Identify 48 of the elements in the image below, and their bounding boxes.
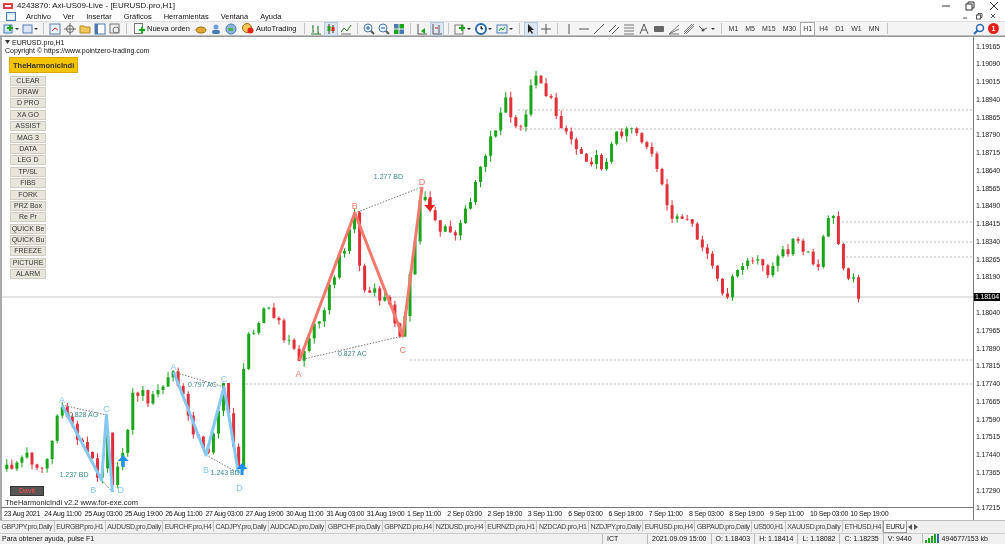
bar-chart-icon[interactable] [309,22,322,35]
market-watch-icon[interactable] [49,22,61,35]
window-title: 4243870: Axi-US09-Live - [EURUSD.pro,H1] [17,1,175,11]
crosshair-icon[interactable] [64,22,76,35]
dotted-line [354,186,423,214]
point-label: C [220,373,228,384]
close-icon[interactable] [989,0,999,11]
new-chart-icon[interactable] [3,22,19,35]
point-label: A [170,361,177,372]
point-label: B [351,200,358,211]
point-label: D [117,484,125,495]
window-icon[interactable] [94,22,106,35]
candlestick-icon[interactable] [324,22,337,35]
tab-scroll-icon[interactable] [906,522,919,531]
point-label: B [203,465,209,475]
zoom-in-icon[interactable] [362,22,375,35]
trend-line-icon[interactable] [592,22,605,35]
point-label: C [399,345,407,355]
chart-shift-icon[interactable] [430,22,443,35]
auto-scroll-icon[interactable] [415,22,428,35]
pitchfork-icon[interactable] [682,22,695,35]
point-label: C [103,403,110,414]
templates-icon[interactable] [495,22,514,35]
globe-icon[interactable] [224,22,237,35]
clock-icon[interactable] [474,22,493,35]
text-tool-icon[interactable] [637,22,650,35]
profiles-icon[interactable] [22,22,38,35]
cursor-icon[interactable] [524,22,537,35]
restore-icon[interactable] [965,0,975,11]
point-label: A [295,369,302,379]
folder-icon[interactable] [79,22,91,35]
zoom-out-icon[interactable] [377,22,390,35]
point-label: B [90,484,97,495]
point-label: D [418,176,426,187]
tile-windows-icon[interactable] [392,22,405,35]
dotted-line [101,479,113,493]
people-icon[interactable] [209,22,222,35]
auto-trading-icon [241,23,254,35]
caret-icon[interactable] [5,40,10,45]
line-chart-icon[interactable] [339,22,352,35]
indicators-icon[interactable] [453,22,472,35]
dotted-line [173,371,225,388]
search-icon[interactable] [973,22,985,35]
close-icon[interactable] [989,12,997,21]
point-label: A [59,394,65,405]
fan-icon[interactable] [667,22,680,35]
point-label: D [236,483,243,493]
restore-icon[interactable] [975,12,983,21]
